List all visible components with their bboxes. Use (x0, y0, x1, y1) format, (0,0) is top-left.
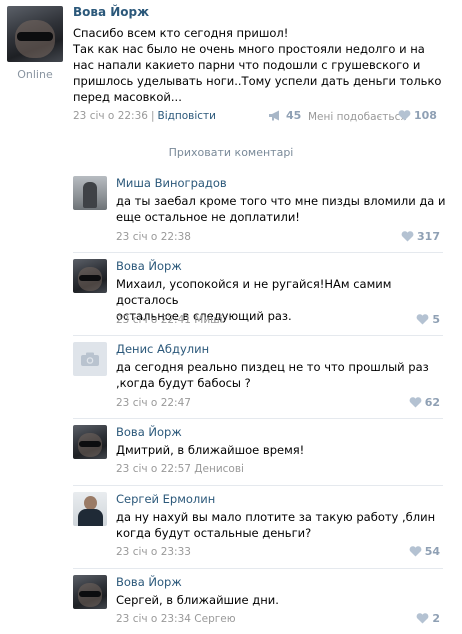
wall-post: Online Вова Йорж Спасибо всем кто сегодн… (0, 0, 462, 135)
heart-icon (416, 314, 429, 325)
post-author-link[interactable]: Вова Йорж (73, 5, 149, 19)
camera-icon (81, 352, 99, 366)
commenter-avatar[interactable] (73, 575, 107, 609)
like-button[interactable]: 108 (398, 109, 437, 122)
comment-meta: 23 січ о 22:57 Денисові (116, 463, 244, 475)
comment-like-count: 62 (424, 396, 440, 409)
heart-icon (409, 397, 422, 408)
comment-text: Дмитрий, в ближайшое время! (116, 442, 446, 458)
comment-timestamp[interactable]: 23 січ о 23:34 (116, 613, 191, 625)
comment-item: Вова Йорж Михаил, усопокойся и не ругайс… (0, 253, 462, 335)
comment-meta: 23 січ о 22:38 (116, 231, 191, 243)
comment-text: да ну нахуй вы мало плотите за такую раб… (116, 509, 446, 541)
comment-item: Миша Виноградов да ты заебал кроме того … (0, 172, 462, 252)
comment-author-link[interactable]: Вова Йорж (116, 259, 182, 273)
post-text: Спасибо всем кто сегодня пришол! Так как… (73, 25, 453, 105)
post-text-line: перед масовкой... (73, 90, 182, 104)
commenter-avatar[interactable] (73, 259, 107, 293)
comment-item: Вова Йорж Сергей, в ближайшие дни. 23 сі… (0, 569, 462, 634)
comment-meta: 23 січ о 22:41 Миші (116, 314, 223, 326)
post-text-line: Так как нас было не очень много простоял… (73, 42, 425, 56)
comment-item: Сергей Ермолин да ну нахуй вы мало плоти… (0, 486, 462, 568)
comment-timestamp[interactable]: 23 січ о 22:38 (116, 231, 191, 243)
comment-like-count: 317 (417, 230, 440, 243)
commenter-avatar[interactable] (73, 342, 107, 376)
author-avatar[interactable] (7, 6, 63, 62)
likes-label[interactable]: Мені подобається (308, 111, 407, 123)
comment-like-button[interactable]: 62 (409, 396, 440, 409)
commenter-avatar[interactable] (73, 425, 107, 459)
heart-icon (401, 231, 414, 242)
comment-text-line: Михаил, усопокойся и не ругайся!НАм сами… (116, 277, 392, 307)
comment-timestamp[interactable]: 23 січ о 22:41 (116, 314, 191, 326)
comment-like-button[interactable]: 5 (416, 313, 440, 326)
comment-item: Денис Абдулин да сегодня реально пиздец … (0, 336, 462, 418)
comment-author-link[interactable]: Денис Абдулин (116, 342, 209, 356)
comment-author-link[interactable]: Миша Виноградов (116, 176, 227, 190)
post-text-line: пришлось уделывать ноги..Тому успели дат… (73, 74, 442, 88)
comment-like-count: 2 (432, 612, 440, 625)
comment-text-line: да ну нахуй вы мало плотите за такую раб… (116, 510, 436, 524)
comment-timestamp[interactable]: 23 січ о 22:57 (116, 463, 191, 475)
heart-icon (409, 546, 422, 557)
heart-icon (416, 613, 429, 624)
comment-text: да сегодня реально пиздец не то что прош… (116, 359, 446, 391)
comment-timestamp[interactable]: 23 січ о 22:47 (116, 397, 191, 409)
commenter-avatar[interactable] (73, 492, 107, 526)
online-status: Online (17, 68, 53, 81)
comment-item: Вова Йорж Дмитрий, в ближайшое время! 23… (0, 419, 462, 485)
comment-text-line: когда будут остальные деньги? (116, 526, 312, 540)
comment-like-button[interactable]: 54 (409, 545, 440, 558)
comment-author-link[interactable]: Вова Йорж (116, 425, 182, 439)
comment-text-line: ,когда будут бабосы ? (116, 376, 251, 390)
reply-to-link[interactable]: Сергею (194, 613, 235, 625)
post-text-line: нас напали какието парни что подошли с г… (73, 58, 421, 72)
post-timestamp[interactable]: 23 січ о 22:36 (73, 110, 148, 122)
reply-button[interactable]: Відповісти (158, 110, 217, 122)
comment-author-link[interactable]: Сергей Ермолин (116, 492, 215, 506)
comment-text-line: да сегодня реально пиздец не то что прош… (116, 360, 429, 374)
hide-comments-link[interactable]: Приховати коментарі (0, 146, 462, 159)
comment-like-count: 5 (432, 313, 440, 326)
share-count: 45 (286, 109, 302, 122)
heart-icon (398, 110, 411, 121)
post-text-line: Спасибо всем кто сегодня пришол! (73, 26, 289, 40)
post-meta: 23 січ о 22:36 | Відповісти (73, 110, 216, 122)
comment-text: Сергей, в ближайшие дни. (116, 592, 446, 608)
comment-like-count: 54 (424, 545, 440, 558)
comment-text-line: Сергей, в ближайшие дни. (116, 593, 279, 607)
reply-to-link[interactable]: Миші (194, 314, 222, 326)
commenter-avatar[interactable] (73, 176, 107, 210)
share-button[interactable]: 45 (268, 109, 301, 122)
comment-text-line: да ты заебал кроме того что мне пизды вл… (116, 194, 446, 208)
comment-text-line: Дмитрий, в ближайшое время! (116, 443, 305, 457)
comment-meta: 23 січ о 23:33 (116, 546, 191, 558)
comment-text-line: еще остальное не доплатили! (116, 210, 300, 224)
comment-meta: 23 січ о 23:34 Сергею (116, 613, 236, 625)
megaphone-icon (269, 110, 279, 121)
comment-like-button[interactable]: 2 (416, 612, 440, 625)
comment-timestamp[interactable]: 23 січ о 23:33 (116, 546, 191, 558)
comment-author-link[interactable]: Вова Йорж (116, 575, 182, 589)
like-count: 108 (414, 109, 437, 122)
comment-meta: 23 січ о 22:47 (116, 397, 191, 409)
reply-to-link[interactable]: Денисові (194, 463, 244, 475)
comment-like-button[interactable]: 317 (401, 230, 440, 243)
comment-text: да ты заебал кроме того что мне пизды вл… (116, 193, 446, 225)
